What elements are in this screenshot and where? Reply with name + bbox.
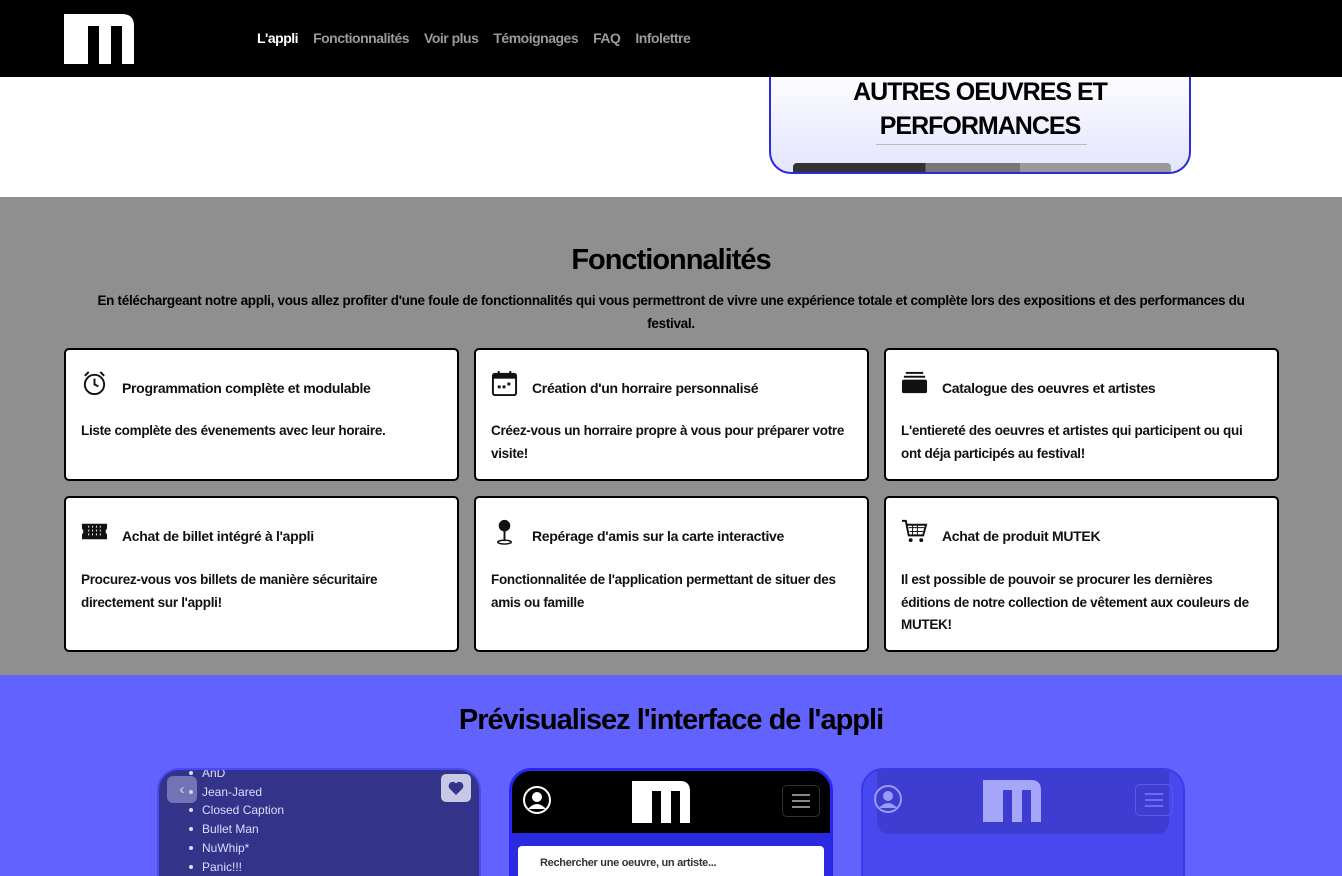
- feature-card-text: Créez-vous un horraire propre à vous pou…: [491, 423, 845, 461]
- list-item: Closed Caption: [189, 801, 284, 820]
- mutek-logo-icon: [632, 781, 690, 823]
- oeuvres-image-strip: [793, 163, 1171, 172]
- feature-card-produit: Achat de produit MUTEK Il est possible d…: [884, 496, 1279, 652]
- autres-oeuvres-title-line2: PERFORMANCES: [879, 112, 1082, 140]
- feature-card-title: Programmation complète et modulable: [122, 379, 371, 396]
- user-avatar-icon[interactable]: [522, 785, 552, 815]
- map-pin-icon: [497, 519, 512, 545]
- feature-card-text: Procurez-vous vos billets de manière séc…: [81, 572, 378, 610]
- carousel-prev-button[interactable]: ‹: [167, 776, 197, 803]
- features-description: En téléchargeant notre appli, vous allez…: [97, 293, 1245, 331]
- feature-card-title: Achat de billet intégré à l'appli: [122, 527, 314, 544]
- list-item: Bullet Man: [189, 820, 284, 839]
- nav-link-voir-plus[interactable]: Voir plus: [424, 30, 479, 46]
- list-item: Panic!!!: [189, 858, 284, 876]
- user-avatar-icon[interactable]: [873, 784, 903, 814]
- autres-oeuvres-title: AUTRES OEUVRES ET PERFORMANCES: [771, 75, 1189, 143]
- hero-section-bottom: AUTRES OEUVRES ET PERFORMANCES: [0, 67, 1342, 197]
- hamburger-menu-icon[interactable]: [782, 785, 820, 817]
- artist-list: AnD Jean-Jared Closed Caption Bullet Man…: [189, 770, 284, 876]
- list-item: Jean-Jared: [189, 783, 284, 802]
- phone-preview-menu[interactable]: [861, 768, 1185, 876]
- heart-icon: [448, 781, 464, 795]
- favorite-button[interactable]: [441, 774, 471, 802]
- alarm-clock-icon: [83, 371, 106, 396]
- feature-card-text: Il est possible de pouvoir se procurer l…: [901, 572, 1249, 632]
- nav-link-fonctionnalites[interactable]: Fonctionnalités: [313, 30, 409, 46]
- feature-card-title: Achat de produit MUTEK: [942, 527, 1101, 544]
- nav-link-faq[interactable]: FAQ: [593, 30, 621, 46]
- hamburger-menu-icon[interactable]: [1135, 784, 1173, 816]
- preview-title: Prévisualisez l'interface de l'appli: [458, 704, 884, 736]
- feature-card-horraire: Création d'un horraire personnalisé Crée…: [474, 348, 869, 481]
- mutek-logo-icon[interactable]: [64, 14, 134, 64]
- features-title: Fonctionnalités: [571, 244, 771, 276]
- nav-link-appli[interactable]: L'appli: [257, 30, 299, 46]
- feature-card-programmation: Programmation complète et modulable List…: [64, 348, 459, 481]
- preview-section: Prévisualisez l'interface de l'appli AnD…: [0, 675, 1342, 876]
- autres-oeuvres-title-line1: AUTRES OEUVRES ET: [853, 78, 1108, 106]
- top-navbar: L'appli Fonctionnalités Voir plus Témoig…: [0, 0, 1342, 77]
- mutek-logo-icon: [983, 780, 1041, 822]
- shopping-cart-icon: [901, 519, 928, 543]
- feature-card-billet: Achat de billet intégré à l'appli Procur…: [64, 496, 459, 652]
- nav-link-temoignages[interactable]: Témoignages: [493, 30, 578, 46]
- phone-preview-search[interactable]: Rechercher une oeuvre, un artiste...: [509, 768, 833, 876]
- feature-card-catalogue: Catalogue des oeuvres et artistes L'enti…: [884, 348, 1279, 481]
- feature-card-text: Fonctionnalitée de l'application permett…: [491, 572, 836, 610]
- search-input[interactable]: Rechercher une oeuvre, un artiste...: [518, 846, 824, 876]
- feature-card-text: Liste complète des évenements avec leur …: [81, 423, 386, 438]
- feature-card-title: Catalogue des oeuvres et artistes: [942, 379, 1156, 396]
- nav-link-infolettre[interactable]: Infolettre: [635, 30, 690, 46]
- feature-card-title: Repérage d'amis sur la carte interactive: [532, 527, 785, 544]
- feature-card-text: L'entiereté des oeuvres et artistes qui …: [901, 423, 1243, 461]
- collection-icon: [901, 371, 928, 394]
- divider: [876, 144, 1087, 145]
- autres-oeuvres-card[interactable]: AUTRES OEUVRES ET PERFORMANCES: [769, 67, 1191, 174]
- list-item: AnD: [189, 770, 284, 783]
- ticket-icon: [81, 523, 108, 540]
- feature-card-reperage: Repérage d'amis sur la carte interactive…: [474, 496, 869, 652]
- feature-card-title: Création d'un horraire personnalisé: [532, 379, 759, 396]
- list-item: NuWhip*: [189, 839, 284, 858]
- phone-preview-artists[interactable]: AnD Jean-Jared Closed Caption Bullet Man…: [157, 768, 481, 876]
- nav-links: L'appli Fonctionnalités Voir plus Témoig…: [257, 30, 691, 46]
- calendar-icon: [491, 370, 518, 397]
- features-section: Fonctionnalités En téléchargeant notre a…: [0, 197, 1342, 675]
